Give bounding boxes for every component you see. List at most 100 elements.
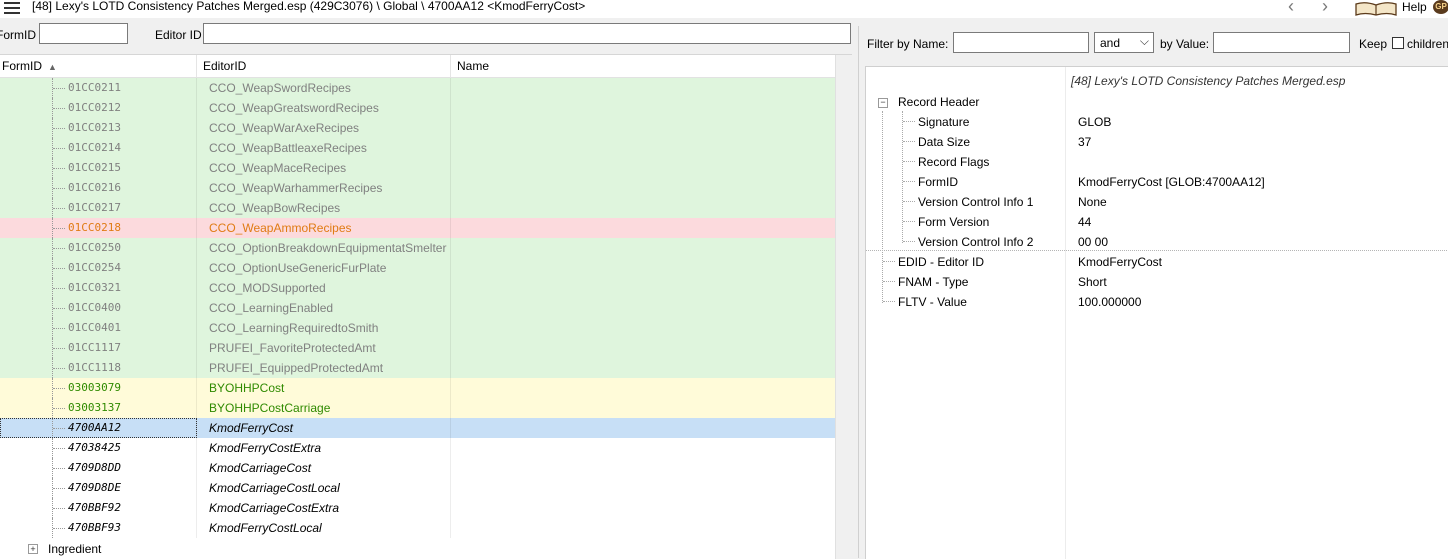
table-row[interactable]: 01CC0215 CCO_WeapMaceRecipes	[0, 158, 835, 178]
row-editorid: CCO_WeapBowRecipes	[209, 201, 341, 215]
vertical-scrollbar[interactable]	[835, 55, 852, 559]
field-key: Version Control Info 2	[918, 235, 1034, 249]
field-value: None	[1078, 195, 1107, 209]
record-header-label: Record Header	[898, 95, 980, 109]
formid-filter-label: FormID	[0, 28, 36, 42]
field-value: 37	[1078, 135, 1092, 149]
editorid-filter-input[interactable]	[203, 23, 851, 44]
help-button[interactable]: Help	[1402, 0, 1427, 14]
table-row[interactable]: 01CC0216 CCO_WeapWarhammerRecipes	[0, 178, 835, 198]
field-key: EDID - Editor ID	[898, 255, 985, 269]
table-row[interactable]: 01CC0254 CCO_OptionUseGenericFurPlate	[0, 258, 835, 278]
table-row[interactable]: 01CC1118 PRUFEI_EquippedProtectedAmt	[0, 358, 835, 378]
chevron-right-icon[interactable]: ›	[1322, 0, 1328, 17]
field-key: FNAM - Type	[898, 275, 969, 289]
field-value: KmodFerryCost	[1078, 255, 1163, 269]
record-field-row[interactable]: Version Control Info 2 00 00	[866, 231, 1448, 251]
filter-by-name-input[interactable]	[953, 32, 1089, 53]
table-row[interactable]: 03003079 BYOHHPCost	[0, 378, 835, 398]
row-formid: 4709D8DE	[68, 481, 121, 494]
row-formid: 01CC0215	[68, 161, 121, 174]
record-field-row[interactable]: Signature GLOB	[866, 111, 1448, 131]
record-field-row[interactable]: Record Flags	[866, 151, 1448, 171]
row-editorid: KmodCarriageCostLocal	[209, 481, 340, 495]
record-field-row[interactable]: Data Size 37	[866, 131, 1448, 151]
table-row[interactable]: 01CC0217 CCO_WeapBowRecipes	[0, 198, 835, 218]
chevron-down-icon: ⌵	[1139, 34, 1149, 48]
table-row[interactable]: 01CC0400 CCO_LearningEnabled	[0, 298, 835, 318]
row-editorid: CCO_OptionUseGenericFurPlate	[209, 261, 387, 275]
row-editorid: CCO_OptionBreakdownEquipmentatSmelter	[209, 241, 447, 255]
field-key: Record Flags	[918, 155, 990, 169]
table-row[interactable]: 4709D8DE KmodCarriageCostLocal	[0, 478, 835, 498]
record-field-row[interactable]: Form Version 44	[866, 211, 1448, 231]
editorid-filter-label: Editor ID	[155, 28, 202, 42]
row-formid: 470BBF92	[68, 501, 121, 514]
table-row[interactable]: 01CC0212 CCO_WeapGreatswordRecipes	[0, 98, 835, 118]
table-row[interactable]: 01CC0211 CCO_WeapSwordRecipes	[0, 78, 835, 98]
focus-outline	[0, 418, 197, 438]
row-formid: 01CC0213	[68, 121, 121, 134]
table-row[interactable]: 470BBF93 KmodFerryCostLocal	[0, 518, 835, 538]
column-header-name[interactable]: Name	[457, 59, 489, 73]
chevron-left-icon[interactable]: ‹	[1288, 0, 1294, 17]
table-row[interactable]: 01CC0250 CCO_OptionBreakdownEquipmentatSm…	[0, 238, 835, 258]
field-value: 100.000000	[1078, 295, 1142, 309]
record-field-row[interactable]: Version Control Info 1 None	[866, 191, 1448, 211]
filter-by-value-input[interactable]	[1213, 32, 1350, 53]
field-key: FLTV - Value	[898, 295, 967, 309]
row-editorid: KmodFerryCostExtra	[209, 441, 322, 455]
record-field-row[interactable]: FNAM - Type Short	[866, 271, 1448, 291]
file-header-row: [48] Lexy's LOTD Consistency Patches Mer…	[866, 70, 1448, 90]
row-editorid: CCO_LearningRequiredtoSmith	[209, 321, 379, 335]
row-formid: 01CC0254	[68, 261, 121, 274]
row-editorid: KmodCarriageCostExtra	[209, 501, 340, 515]
left-filter-bar: FormID Editor ID	[0, 20, 856, 50]
row-editorid: CCO_LearningEnabled	[209, 301, 334, 315]
row-formid: 01CC0216	[68, 181, 121, 194]
keep-children-checkbox[interactable]	[1392, 37, 1404, 49]
row-editorid: BYOHHPCostCarriage	[209, 401, 331, 415]
row-formid: 01CC1118	[68, 361, 121, 374]
table-row[interactable]: 4709D8DD KmodCarriageCost	[0, 458, 835, 478]
table-row[interactable]: 01CC0214 CCO_WeapBattleaxeRecipes	[0, 138, 835, 158]
column-header-editorid[interactable]: EditorID	[203, 59, 246, 73]
table-row[interactable]: 470BBF92 KmodCarriageCostExtra	[0, 498, 835, 518]
row-editorid: CCO_WeapAmmoRecipes	[209, 221, 352, 235]
table-row[interactable]: 01CC0401 CCO_LearningRequiredtoSmith	[0, 318, 835, 338]
window-title: [48] Lexy's LOTD Consistency Patches Mer…	[32, 0, 586, 13]
record-field-row[interactable]: FLTV - Value 100.000000	[866, 291, 1448, 311]
menu-icon[interactable]	[4, 2, 20, 15]
record-field-row[interactable]: EDID - Editor ID KmodFerryCost	[866, 251, 1448, 271]
file-header-label: [48] Lexy's LOTD Consistency Patches Mer…	[1071, 74, 1346, 88]
row-formid: 47038425	[68, 441, 121, 454]
table-row[interactable]: 01CC1117 PRUFEI_FavoriteProtectedAmt	[0, 338, 835, 358]
table-row[interactable]: 01CC0218 CCO_WeapAmmoRecipes	[0, 218, 835, 238]
row-editorid: CCO_WeapGreatswordRecipes	[209, 101, 379, 115]
table-row[interactable]: 03003137 BYOHHPCostCarriage	[0, 398, 835, 418]
expand-icon[interactable]: +	[28, 544, 38, 554]
filter-by-value-label: by Value:	[1160, 37, 1210, 51]
field-value: KmodFerryCost [GLOB:4700AA12]	[1078, 175, 1265, 189]
row-editorid: PRUFEI_EquippedProtectedAmt	[209, 361, 384, 375]
tree-group-ingredient[interactable]: + Ingredient	[0, 539, 835, 559]
filter-operator-select[interactable]: and ⌵	[1094, 32, 1154, 53]
record-field-row[interactable]: FormID KmodFerryCost [GLOB:4700AA12]	[866, 171, 1448, 191]
title-bar: [48] Lexy's LOTD Consistency Patches Mer…	[0, 0, 1448, 18]
row-formid: 03003137	[68, 401, 121, 414]
gp-logo-icon[interactable]: GP	[1433, 0, 1448, 14]
table-row[interactable]: 01CC0321 CCO_MODSupported	[0, 278, 835, 298]
field-value: 00 00	[1078, 235, 1109, 249]
field-value: GLOB	[1078, 115, 1112, 129]
table-row[interactable]: 4700AA12 KmodFerryCost	[0, 418, 835, 438]
row-formid: 01CC0214	[68, 141, 121, 154]
formid-filter-input[interactable]	[39, 23, 128, 44]
table-row[interactable]: 01CC0213 CCO_WeapWarAxeRecipes	[0, 118, 835, 138]
row-editorid: CCO_WeapMaceRecipes	[209, 161, 347, 175]
sort-asc-icon: ▲	[48, 62, 57, 72]
table-row[interactable]: 47038425 KmodFerryCostExtra	[0, 438, 835, 458]
column-header-formid[interactable]: FormID ▲	[2, 59, 57, 73]
book-icon[interactable]	[1354, 0, 1398, 16]
row-editorid: KmodCarriageCost	[209, 461, 312, 475]
record-header-row[interactable]: Record Header	[866, 91, 1448, 111]
